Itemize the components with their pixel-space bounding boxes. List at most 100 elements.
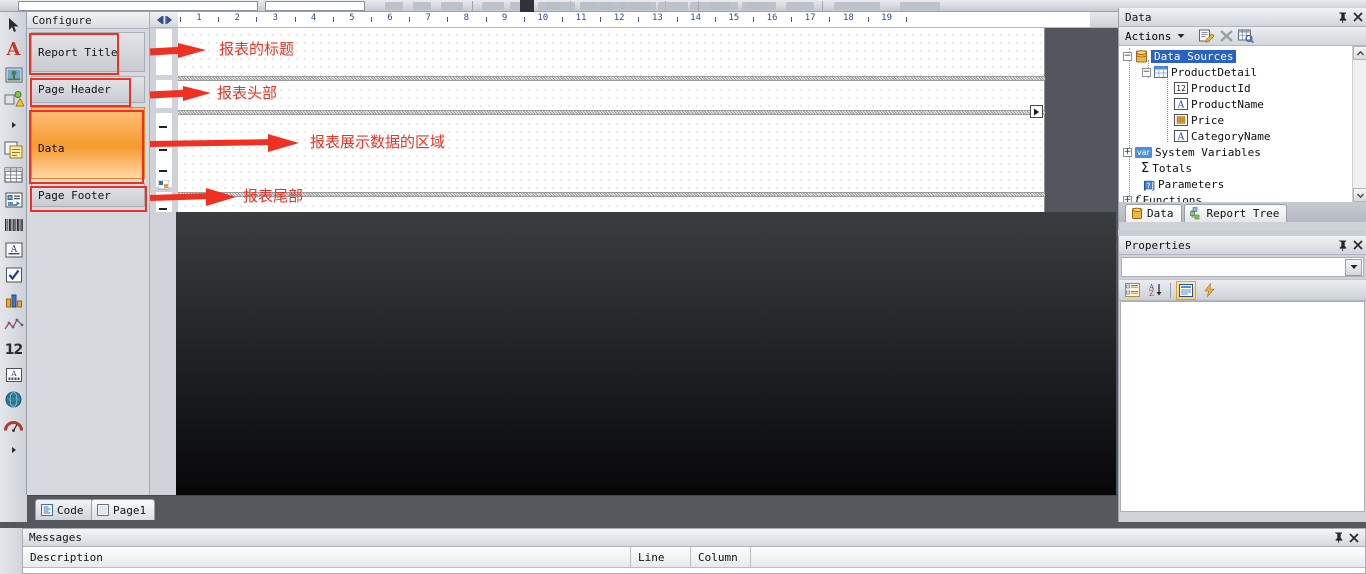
selected-object-combo[interactable] — [1121, 257, 1364, 277]
close-icon[interactable] — [1346, 529, 1362, 546]
ruler-minor-tick — [447, 17, 449, 22]
text-tool[interactable]: A — [0, 37, 27, 62]
band-data[interactable]: Data — [31, 107, 145, 179]
band-separator-data[interactable] — [178, 192, 1045, 197]
toolbar-group-size[interactable] — [482, 2, 504, 10]
expander-plus-icon[interactable]: + — [1123, 147, 1132, 157]
property-pages-button[interactable] — [1176, 280, 1196, 300]
canvas-nav-arrows[interactable] — [150, 12, 178, 28]
money-icon — [1174, 114, 1188, 126]
messages-rows[interactable] — [23, 568, 1365, 573]
tree-node-productname[interactable]: A ProductName — [1174, 96, 1264, 112]
band-page-footer[interactable]: Page Footer — [31, 183, 145, 207]
data-source-tree[interactable]: − Data Sources − ProductDetail 12 Produc… — [1119, 46, 1366, 202]
scroll-down-button[interactable] — [1353, 188, 1366, 202]
checkbox-tool[interactable] — [0, 262, 27, 287]
toolbar-group-border-1[interactable] — [710, 2, 738, 10]
band-page-header[interactable]: Page Header — [31, 76, 145, 103]
pin-icon[interactable] — [1334, 237, 1350, 254]
table-tool[interactable] — [0, 162, 27, 187]
page-tab-code[interactable]: Code — [35, 499, 93, 520]
chevron-down-icon[interactable] — [1177, 33, 1185, 39]
chart-tool[interactable] — [0, 287, 27, 312]
close-icon[interactable] — [1350, 9, 1366, 26]
categorized-button[interactable] — [1122, 281, 1142, 300]
gauge-tool[interactable] — [0, 412, 27, 437]
view-data-icon[interactable] — [1238, 29, 1255, 43]
toolbar-combo-1[interactable] — [18, 1, 258, 11]
ruler-number: 10 — [537, 13, 549, 23]
ruler-number: 17 — [804, 13, 816, 23]
form-tool[interactable] — [0, 187, 27, 212]
prev-arrow-icon[interactable] — [155, 15, 164, 25]
ruler-minor-tick — [676, 17, 678, 22]
pin-icon[interactable] — [1334, 9, 1350, 26]
next-arrow-icon[interactable] — [164, 15, 174, 25]
column-header-description[interactable]: Description — [23, 546, 631, 568]
band-expand-button[interactable] — [1030, 105, 1043, 118]
toolbar-group-font-3[interactable] — [620, 2, 650, 10]
ruler-minor-tick — [218, 17, 220, 22]
image-tool[interactable] — [0, 62, 27, 87]
band-separator-report-title[interactable] — [178, 76, 1045, 81]
tree-node-productdetail[interactable]: − ProductDetail — [1142, 64, 1257, 80]
ruler-number: 9 — [501, 13, 508, 23]
sparkline-tool[interactable] — [0, 312, 27, 337]
barcode-tool[interactable] — [0, 212, 27, 237]
scroll-up-button[interactable] — [1353, 46, 1366, 60]
chevron-down-icon[interactable] — [1345, 258, 1362, 276]
delete-icon[interactable] — [1219, 29, 1234, 43]
expander-minus-icon[interactable]: − — [1123, 51, 1132, 61]
tree-node-productid[interactable]: 12 ProductId — [1174, 80, 1251, 96]
alphabetical-button[interactable]: A Z — [1145, 281, 1165, 300]
close-icon[interactable] — [1350, 237, 1366, 254]
ruler-number: 12 — [613, 13, 625, 23]
toolbox-more-1[interactable] — [0, 112, 27, 137]
shape-tool[interactable] — [0, 87, 27, 112]
data-tree-scrollbar[interactable] — [1352, 46, 1366, 202]
tree-node-parameters[interactable]: [ ? ] Parameters — [1141, 176, 1224, 192]
expander-minus-icon[interactable]: − — [1142, 67, 1151, 77]
tab-report-tree[interactable]: Report Tree — [1183, 204, 1288, 222]
toolbar-group-font-2[interactable] — [582, 2, 612, 10]
panel-tool[interactable] — [0, 137, 27, 162]
tree-node-system-variables[interactable]: + var System Variables — [1123, 144, 1261, 160]
expander-plus-icon[interactable]: + — [1123, 195, 1132, 202]
map-tool[interactable] — [0, 387, 27, 412]
tree-node-categoryname[interactable]: A CategoryName — [1174, 128, 1270, 144]
toolbox-more-2[interactable] — [0, 437, 27, 462]
toolbar-group-align[interactable] — [385, 2, 403, 10]
edit-icon[interactable] — [1199, 29, 1215, 43]
tree-node-totals[interactable]: Σ Totals — [1141, 160, 1192, 176]
ruler-number: 15 — [728, 13, 740, 23]
actions-label[interactable]: Actions — [1125, 30, 1171, 43]
tree-node-functions[interactable]: + f Functions — [1123, 192, 1202, 202]
pin-icon[interactable] — [1330, 529, 1346, 546]
page-tab-page1[interactable]: Page1 — [91, 499, 156, 520]
zipcode-tool[interactable]: A — [0, 362, 27, 387]
toolbar-combo-2[interactable] — [265, 1, 365, 11]
column-header-column[interactable]: Column — [691, 546, 751, 568]
column-header-line[interactable]: Line — [631, 546, 691, 568]
toolbar-group-end[interactable] — [900, 2, 940, 10]
tree-node-data-sources[interactable]: − Data Sources — [1123, 48, 1237, 64]
report-design-surface[interactable] — [178, 28, 1045, 224]
toolbar-group-style[interactable] — [834, 2, 880, 10]
toolbar-group-align-3[interactable] — [441, 2, 463, 10]
properties-grid[interactable] — [1120, 301, 1365, 512]
toolbar-overflow-block[interactable] — [520, 0, 534, 12]
toolbar-group-align-2[interactable] — [413, 2, 431, 10]
richtext-tool[interactable]: A — [0, 237, 27, 262]
pointer-tool[interactable] — [0, 12, 27, 37]
toolbar-group-font-1[interactable] — [545, 2, 575, 10]
band-report-title[interactable]: Report Title — [31, 32, 145, 72]
configure-panel-title: Configure — [27, 12, 149, 29]
toolbar-group-font-4[interactable] — [658, 2, 688, 10]
number-tool[interactable]: 12 — [0, 337, 27, 362]
tab-data[interactable]: Data — [1125, 204, 1182, 222]
events-button[interactable] — [1199, 281, 1219, 300]
toolbar-group-border-3[interactable] — [786, 2, 814, 10]
tree-node-price[interactable]: Price — [1174, 112, 1224, 128]
toolbar-group-border-2[interactable] — [748, 2, 776, 10]
band-separator-page-header[interactable] — [178, 110, 1045, 115]
